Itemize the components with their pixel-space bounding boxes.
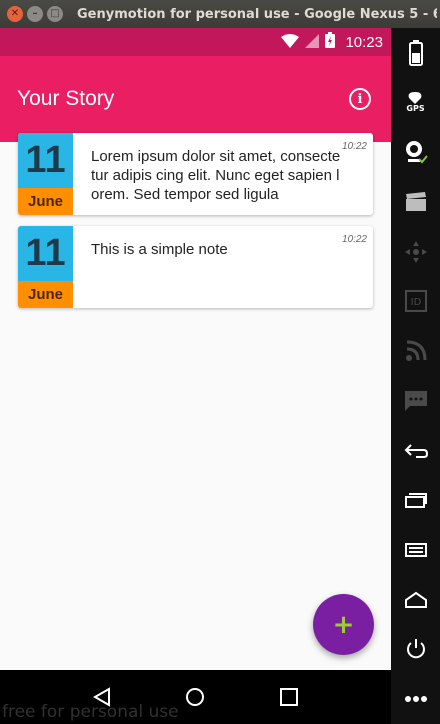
note-day: 11 [18,133,73,188]
info-icon: i [357,91,363,107]
status-bar: 10:23 [0,28,391,56]
back-button[interactable] [90,685,114,709]
recent-apps-icon [404,493,427,509]
plus-icon: + [332,609,355,640]
move-arrows-icon [404,240,427,263]
window-maximize-button[interactable]: □ [47,6,63,22]
back-arrow-icon [404,443,428,458]
rss-icon [405,340,426,362]
window-title: Genymotion for personal use - Google Nex… [77,6,437,22]
page-title: Your Story [17,87,115,110]
device-menu-button[interactable] [391,525,440,575]
sms-widget-button[interactable] [391,376,440,426]
status-time: 10:23 [345,33,383,51]
recents-square-icon [280,688,299,706]
clapperboard-icon [405,192,426,212]
power-icon [406,639,425,659]
battery-icon [325,32,336,52]
chat-bubble-icon [404,390,427,411]
add-note-button[interactable]: + [313,594,374,655]
note-month: June [18,281,73,308]
note-card[interactable]: 11 June Lorem ipsum dolor sit amet, cons… [18,133,373,215]
note-list: 11 June Lorem ipsum dolor sit amet, cons… [18,133,373,319]
remote-control-button[interactable] [391,227,440,277]
gps-icon: GPS [406,92,425,114]
home-circle-icon [186,688,205,706]
info-button[interactable]: i [349,88,371,110]
id-card-icon: ID [404,290,427,313]
android-nav-bar [0,670,391,724]
home-button[interactable] [183,685,207,709]
back-triangle-icon [92,687,110,707]
app-bar: Your Story i [0,56,391,142]
cell-signal-icon [305,33,320,52]
device-recents-button[interactable] [391,475,440,525]
more-options-button[interactable] [391,674,440,724]
window-close-button[interactable]: ✕ [7,6,23,22]
date-badge: 11 June [18,226,73,308]
home-icon [404,591,427,608]
device-id-button[interactable]: ID [391,277,440,327]
device-power-button[interactable] [391,625,440,675]
note-time: 10:22 [341,234,367,245]
camera-widget-button[interactable] [391,127,440,177]
more-dots-icon [404,696,427,703]
phone-screen: 10:23 Your Story i 11 June Lorem ipsum d… [0,28,391,724]
note-text: Lorem ipsum dolor sit amet, consectetur … [91,148,341,203]
capture-widget-button[interactable] [391,177,440,227]
device-back-button[interactable] [391,426,440,476]
wifi-icon [281,33,300,52]
recents-button[interactable] [277,685,301,709]
window-titlebar: ✕ – □ Genymotion for personal use - Goog… [0,0,440,28]
note-text: This is a simple note [91,241,228,258]
window-minimize-button[interactable]: – [27,6,43,22]
note-time: 10:22 [341,141,367,152]
note-day: 11 [18,226,73,281]
battery-widget-icon [408,39,423,66]
gps-label: GPS [406,104,425,114]
device-home-button[interactable] [391,575,440,625]
note-month: June [18,188,73,215]
network-widget-button[interactable] [391,326,440,376]
emulator-sidebar: GPS ID [391,28,440,724]
menu-icon [404,543,427,558]
battery-widget-button[interactable] [391,28,440,78]
webcam-icon [405,141,428,164]
date-badge: 11 June [18,133,73,215]
note-card[interactable]: 11 June This is a simple note 10:22 [18,226,373,308]
gps-widget-button[interactable]: GPS [391,78,440,128]
window-controls: ✕ – □ [7,6,63,22]
svg-text:ID: ID [410,297,421,308]
